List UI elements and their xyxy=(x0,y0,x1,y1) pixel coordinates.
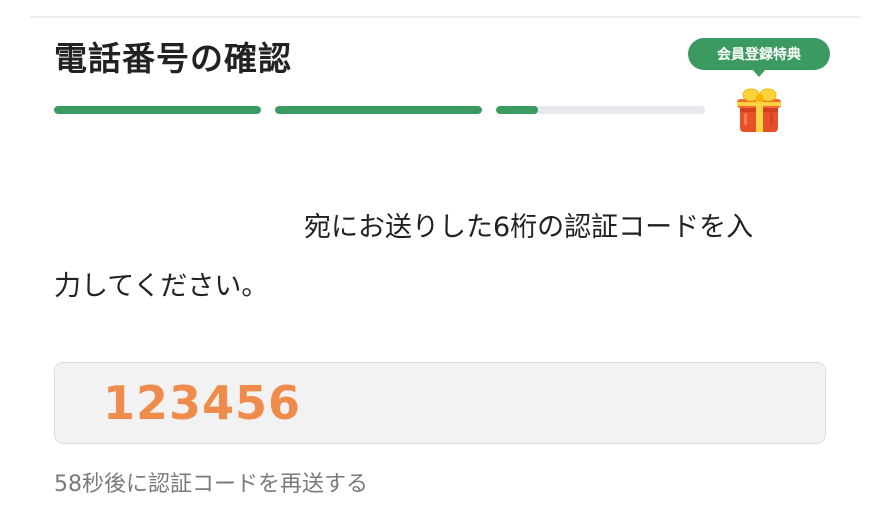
verification-code-value: 123456 xyxy=(103,376,302,430)
verification-code-input[interactable]: 123456 xyxy=(54,362,826,444)
progress-step-3-fill xyxy=(496,106,538,114)
page-title: 電話番号の確認 xyxy=(54,39,292,78)
progress-step-2-fill xyxy=(275,106,482,114)
progress-step-2 xyxy=(275,106,482,114)
instruction-line-1: 宛にお送りした6桁の認証コードを入 xyxy=(304,212,754,243)
progress-step-1-fill xyxy=(54,106,261,114)
resend-code-link[interactable]: 58秒後に認証コードを再送する xyxy=(54,466,368,498)
progress-step-3 xyxy=(496,106,705,114)
verification-page: 電話番号の確認 会員登録特典 宛にお送りした6桁の認証コードを入 力してください… xyxy=(0,0,880,528)
instruction-line-2: 力してください。 xyxy=(54,271,269,302)
badge-pointer xyxy=(752,69,766,77)
gift-icon xyxy=(737,88,781,132)
progress-step-1 xyxy=(54,106,261,114)
member-benefit-badge: 会員登録特典 xyxy=(688,38,830,70)
instruction-text: 宛にお送りした6桁の認証コードを入 力してください。 xyxy=(54,198,834,316)
top-divider xyxy=(30,16,860,18)
